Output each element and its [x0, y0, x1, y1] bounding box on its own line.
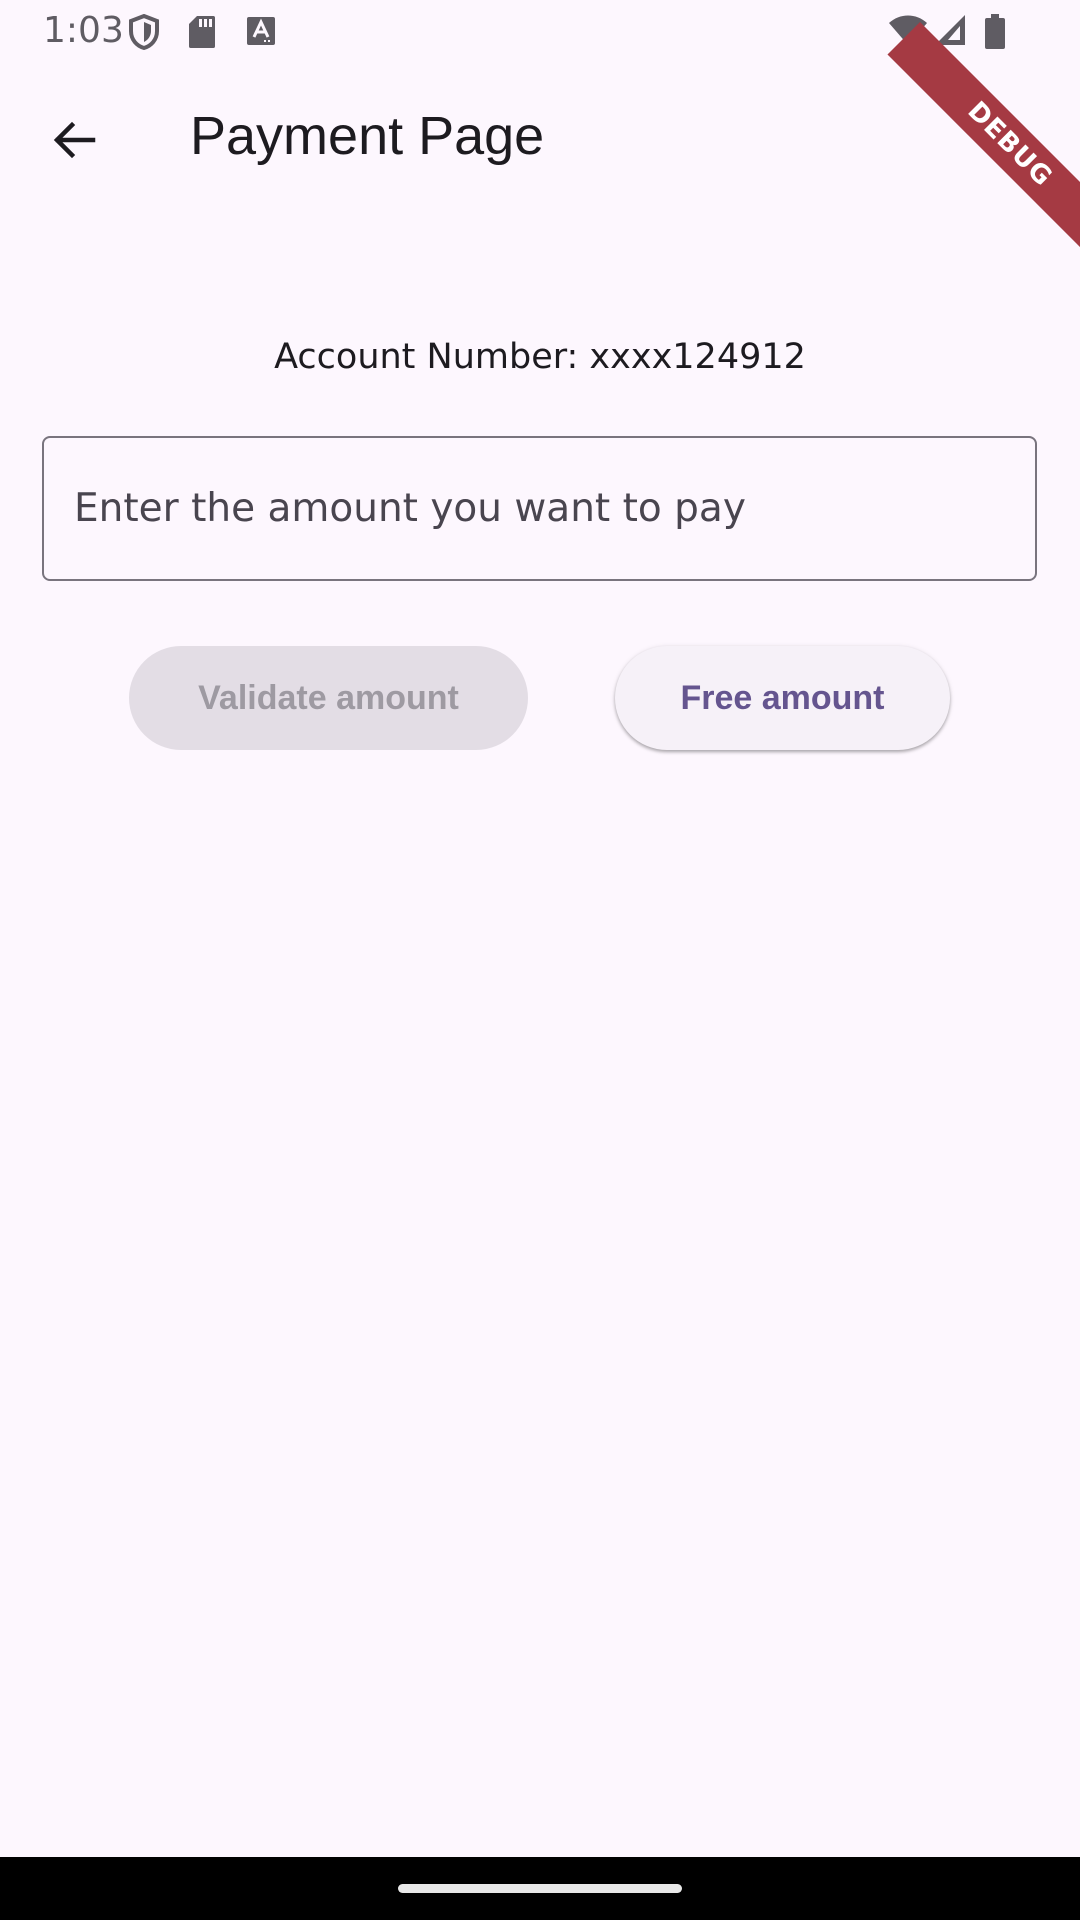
battery-icon	[985, 14, 1005, 49]
arrow-back-icon	[53, 121, 96, 159]
navigation-bar	[0, 1857, 1080, 1920]
home-indicator[interactable]	[398, 1884, 682, 1893]
back-button[interactable]	[30, 96, 118, 184]
shield-icon	[129, 14, 159, 50]
status-time: 1:03	[43, 10, 124, 51]
amount-field[interactable]	[42, 436, 1037, 581]
amount-input[interactable]	[74, 438, 1005, 579]
free-amount-button[interactable]: Free amount	[615, 646, 950, 750]
account-number-label: Account Number: xxxx124912	[274, 337, 806, 377]
sd-card-icon	[189, 16, 215, 48]
validate-amount-button[interactable]: Validate amount	[129, 646, 528, 750]
keyboard-a-icon	[247, 17, 275, 45]
page-title: Payment Page	[190, 106, 545, 166]
